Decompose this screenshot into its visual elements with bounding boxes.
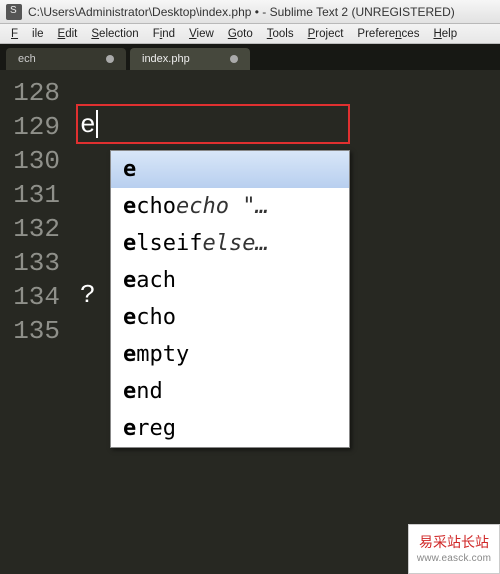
watermark: 易采站长站 www.easck.com — [408, 524, 500, 574]
ac-match: e — [123, 231, 136, 256]
window-titlebar: C:\Users\Administrator\Desktop\index.php… — [0, 0, 500, 24]
editor-area[interactable]: 128 129 130 131 132 133 134 135 e ? e ec… — [0, 70, 500, 574]
line-number: 134 — [0, 280, 60, 314]
autocomplete-item[interactable]: each — [111, 262, 349, 299]
autocomplete-item[interactable]: e — [111, 151, 349, 188]
menu-preferences[interactable]: Preferences — [350, 26, 426, 42]
watermark-url: www.easck.com — [417, 552, 491, 565]
autocomplete-popup[interactable]: e echoecho "… elseifelse… each echo empt… — [110, 150, 350, 448]
line-number: 130 — [0, 144, 60, 178]
ac-rest: mpty — [136, 342, 189, 367]
line-number: 131 — [0, 178, 60, 212]
ac-match: e — [123, 305, 136, 330]
ac-rest: reg — [136, 416, 176, 441]
menu-goto[interactable]: Goto — [221, 26, 260, 42]
line-number: 135 — [0, 314, 60, 348]
ac-match: e — [123, 416, 136, 441]
menu-find[interactable]: Find — [146, 26, 182, 42]
ac-rest: nd — [136, 379, 163, 404]
line-number: 133 — [0, 246, 60, 280]
ac-rest: cho — [136, 305, 176, 330]
menubar: File Edit Selection Find View Goto Tools… — [0, 24, 500, 44]
ac-match: e — [123, 157, 136, 182]
menu-project[interactable]: Project — [301, 26, 351, 42]
line-gutter: 128 129 130 131 132 133 134 135 — [0, 70, 70, 574]
tab-label: ech — [18, 53, 36, 65]
autocomplete-item[interactable]: end — [111, 373, 349, 410]
tab-label: index.php — [142, 53, 190, 65]
autocomplete-item[interactable]: echoecho "… — [111, 188, 349, 225]
menu-file[interactable]: File — [4, 26, 51, 42]
code-text-line-134: ? — [80, 280, 96, 310]
highlight-box — [76, 104, 350, 144]
ac-match: e — [123, 194, 136, 219]
ac-match: e — [123, 342, 136, 367]
watermark-text: 易采站长站 — [419, 533, 489, 551]
line-number: 132 — [0, 212, 60, 246]
dirty-indicator-icon — [230, 55, 238, 63]
menu-help[interactable]: Help — [426, 26, 464, 42]
menu-view[interactable]: View — [182, 26, 221, 42]
window-title: C:\Users\Administrator\Desktop\index.php… — [28, 5, 455, 19]
ac-rest: cho — [136, 194, 176, 219]
app-icon — [6, 4, 22, 20]
autocomplete-item[interactable]: empty — [111, 336, 349, 373]
ac-hint: else… — [202, 231, 268, 256]
autocomplete-item[interactable]: echo — [111, 299, 349, 336]
dirty-indicator-icon — [106, 55, 114, 63]
autocomplete-item[interactable]: elseifelse… — [111, 225, 349, 262]
ac-hint: echo "… — [176, 194, 269, 219]
tab-ech[interactable]: ech — [6, 48, 126, 70]
tab-index-php[interactable]: index.php — [130, 48, 250, 70]
typed-text: e — [80, 110, 96, 140]
menu-tools[interactable]: Tools — [260, 26, 301, 42]
line-number: 128 — [0, 76, 60, 110]
menu-edit[interactable]: Edit — [51, 26, 85, 42]
text-caret — [96, 110, 98, 138]
ac-match: e — [123, 268, 136, 293]
menu-selection[interactable]: Selection — [84, 26, 145, 42]
tabbar: ech index.php — [0, 44, 500, 70]
ac-rest: ach — [136, 268, 176, 293]
ac-rest: lseif — [136, 231, 202, 256]
ac-match: e — [123, 379, 136, 404]
line-number: 129 — [0, 110, 60, 144]
autocomplete-item[interactable]: ereg — [111, 410, 349, 447]
